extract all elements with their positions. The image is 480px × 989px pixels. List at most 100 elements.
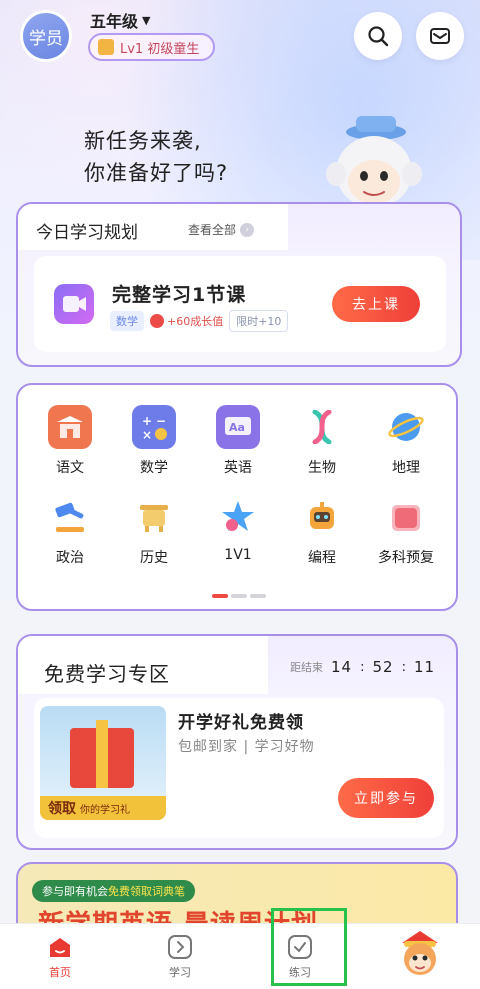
english-icon: Aa bbox=[216, 405, 260, 449]
nav-practice-label: 练习 bbox=[289, 965, 311, 979]
message-button[interactable] bbox=[416, 12, 464, 60]
gift-title: 开学好礼免费领 bbox=[178, 713, 304, 733]
grade-label: 五年级 bbox=[90, 12, 139, 31]
home-icon bbox=[47, 934, 73, 960]
politics-icon bbox=[48, 495, 92, 539]
search-button[interactable] bbox=[354, 12, 402, 60]
subject-label: 政治 bbox=[56, 550, 84, 566]
level-icon bbox=[98, 39, 114, 55]
course-tags: 数学 +60成长值 限时+10 bbox=[110, 310, 289, 332]
svg-text:×: × bbox=[142, 428, 152, 442]
subject-label: 语文 bbox=[56, 460, 84, 476]
gift-item[interactable]: 领取 你的学习礼 开学好礼免费领 包邮到家 | 学习好物 立即参与 bbox=[34, 698, 444, 838]
gift-ribbon bbox=[96, 720, 108, 788]
mail-icon bbox=[430, 28, 450, 44]
apple-icon bbox=[150, 314, 164, 328]
course-item[interactable]: 完整学习1节课 数学 +60成长值 限时+10 去上课 bbox=[34, 256, 446, 352]
biology-icon bbox=[300, 405, 344, 449]
avatar-label: 学员 bbox=[29, 28, 63, 49]
nav-mascot[interactable] bbox=[360, 924, 480, 989]
math-icon: + − × bbox=[132, 405, 176, 449]
tutor-icon bbox=[216, 495, 260, 539]
gift-band-small: 你的学习礼 bbox=[80, 804, 130, 816]
page-dot bbox=[231, 594, 247, 598]
video-course-icon bbox=[54, 284, 94, 324]
subject-label: 编程 bbox=[308, 550, 336, 566]
subject-item-chinese[interactable]: 语文 bbox=[28, 405, 112, 477]
chevron-right-icon: › bbox=[240, 222, 255, 237]
subject-label: 英语 bbox=[224, 460, 252, 476]
subject-label: 1V1 bbox=[224, 547, 252, 563]
coding-icon bbox=[300, 495, 344, 539]
limit-tag: 限时+10 bbox=[229, 310, 289, 332]
page-dot-active bbox=[212, 594, 228, 598]
subject-label: 数学 bbox=[140, 460, 168, 476]
page-indicator bbox=[212, 594, 266, 598]
nav-study[interactable]: 学习 bbox=[120, 924, 240, 989]
hero-text: 新任务来袭, 你准备好了吗? bbox=[84, 125, 228, 189]
svg-text:Aa: Aa bbox=[229, 421, 245, 434]
caret-down-icon: ▼ bbox=[142, 13, 151, 27]
multi-subject-icon bbox=[384, 495, 428, 539]
subject-item-history[interactable]: 历史 bbox=[112, 495, 196, 567]
gift-band-big: 领取 bbox=[48, 801, 76, 817]
countdown-separator: : bbox=[360, 659, 365, 675]
mascot-profile-icon bbox=[402, 930, 438, 975]
subject-item-geography[interactable]: 地理 bbox=[364, 405, 448, 477]
nav-study-label: 学习 bbox=[169, 965, 191, 979]
level-badge[interactable]: Lv1 初级童生 bbox=[88, 33, 216, 61]
banner-pill-prefix: 参与即有机会 bbox=[42, 885, 108, 898]
countdown-label: 距结束 bbox=[290, 661, 323, 674]
practice-icon bbox=[287, 934, 313, 960]
gift-subtitle: 包邮到家 | 学习好物 bbox=[178, 739, 315, 755]
bottom-nav: 首页 学习 练习 bbox=[0, 923, 480, 989]
view-all-link[interactable]: 查看全部 › bbox=[188, 221, 255, 238]
subject-grid-card: 语文 + − × 数学 Aa 英语 生物 地理 政治 历史 1V1 编程 多科预… bbox=[16, 383, 458, 611]
geography-icon bbox=[384, 405, 428, 449]
subject-item-biology[interactable]: 生物 bbox=[280, 405, 364, 477]
chinese-icon bbox=[48, 405, 92, 449]
svg-text:−: − bbox=[156, 414, 166, 428]
countdown-timer: 距结束 14 : 52 : 11 bbox=[290, 658, 435, 676]
subject-item-politics[interactable]: 政治 bbox=[28, 495, 112, 567]
page-dot bbox=[250, 594, 266, 598]
countdown-minutes: 52 bbox=[372, 658, 394, 676]
banner-pill: 参与即有机会 免费领取词典笔 bbox=[32, 880, 195, 902]
subject-label: 多科预复 bbox=[378, 550, 434, 566]
growth-value: +60成长值 bbox=[167, 315, 224, 328]
subject-item-coding[interactable]: 编程 bbox=[280, 495, 364, 567]
subject-label: 地理 bbox=[392, 460, 420, 476]
go-to-class-button[interactable]: 去上课 bbox=[332, 286, 420, 322]
nav-practice[interactable]: 练习 bbox=[240, 924, 360, 989]
subject-item-math[interactable]: + − × 数学 bbox=[112, 405, 196, 477]
promo-banner[interactable]: 参与即有机会 免费领取词典笔 新学期英语 晨读周计划 bbox=[16, 862, 458, 932]
hero-line-1: 新任务来袭, bbox=[84, 129, 202, 153]
growth-tag: +60成长值 bbox=[150, 313, 223, 329]
nav-home[interactable]: 首页 bbox=[0, 924, 120, 989]
gift-image: 领取 你的学习礼 bbox=[40, 706, 166, 820]
banner-pill-highlight: 免费领取词典笔 bbox=[108, 885, 185, 898]
join-now-button[interactable]: 立即参与 bbox=[338, 778, 434, 818]
svg-text:+: + bbox=[142, 414, 152, 428]
subject-tag: 数学 bbox=[110, 311, 144, 331]
level-badge-label: Lv1 初级童生 bbox=[120, 41, 200, 57]
nav-home-label: 首页 bbox=[49, 965, 71, 979]
grade-selector[interactable]: 五年级 ▼ bbox=[90, 8, 150, 32]
subject-item-1v1[interactable]: 1V1 bbox=[196, 495, 280, 567]
view-all-label: 查看全部 bbox=[188, 223, 237, 237]
subject-item-english[interactable]: Aa 英语 bbox=[196, 405, 280, 477]
plan-title: 今日学习规划 bbox=[36, 223, 138, 243]
countdown-hours: 14 bbox=[331, 658, 353, 676]
study-icon bbox=[167, 934, 193, 960]
subject-label: 历史 bbox=[140, 550, 168, 566]
hero-line-2: 你准备好了吗? bbox=[84, 161, 229, 185]
free-study-card: 免费学习专区 距结束 14 : 52 : 11 领取 你的学习礼 开学好礼免费领… bbox=[16, 634, 458, 850]
free-zone-title: 免费学习专区 bbox=[44, 662, 170, 686]
subject-grid: 语文 + − × 数学 Aa 英语 生物 地理 政治 历史 1V1 编程 多科预… bbox=[28, 405, 448, 567]
avatar[interactable]: 学员 bbox=[20, 10, 72, 62]
search-icon bbox=[368, 26, 389, 47]
countdown-separator: : bbox=[401, 659, 406, 675]
study-plan-card: 今日学习规划 查看全部 › 完整学习1节课 数学 +60成长值 限时+10 去上… bbox=[16, 202, 462, 367]
gift-band: 领取 你的学习礼 bbox=[40, 796, 166, 820]
subject-item-multi-subject[interactable]: 多科预复 bbox=[364, 495, 448, 567]
